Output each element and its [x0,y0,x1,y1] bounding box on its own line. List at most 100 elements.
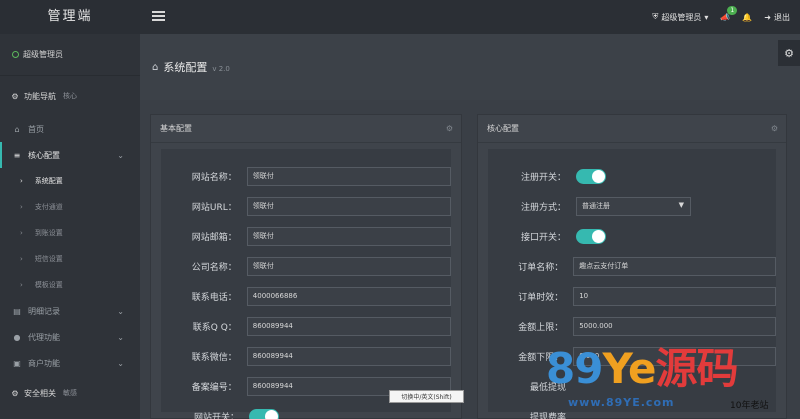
sidebar-item-label: 明细记录 [28,306,60,316]
sidebar-child-label: 系统配置 [34,177,63,185]
field-label: 公司名称： [191,262,237,273]
chevron-down-icon: ⌄ [117,358,124,368]
toggle-knob [265,409,278,419]
order-name-input[interactable]: 趣点云支付订单 [573,256,776,276]
logout-button[interactable]: ➜ 退出 [764,12,790,23]
chevron-down-icon: ⌄ [117,306,124,316]
field-label: 订单名称： [518,262,564,273]
watermark-part-b: Ye [602,344,656,393]
form-row: 网站URL： 领联付 [161,191,451,221]
panel-header: 基本配置 ⚙ [151,115,461,143]
sidebar-item-agent[interactable]: ● 代理功能 ⌄ [0,324,140,350]
field-label: 注册开关： [520,172,566,183]
caret-down-icon: ▾ [704,12,709,22]
sidebar-child-label: 短信设置 [34,255,63,263]
gear-icon[interactable]: ⚙ [446,124,453,133]
nav-section-title: 安全相关 [24,388,56,398]
form-row: 金额上限： 5000.000 [488,311,776,341]
sidebar-item-label: 核心配置 [28,150,60,160]
menu-toggle-icon[interactable] [152,11,165,22]
caret-down-icon: ▼ [678,200,684,209]
sign-out-icon: ➜ [764,12,771,22]
sidebar-item-label: 代理功能 [28,332,60,342]
form-row: 订单名称： 趣点云支付订单 [488,251,776,281]
panel-title: 核心配置 [487,124,519,133]
notification-button[interactable]: 📣 1 [720,5,738,22]
watermark-url: www.89YE.com [568,396,675,409]
field-label: 注册方式： [520,202,566,213]
basic-config-panel: 基本配置 ⚙ 网站名称： 领联付 网站URL： 领联付 网站邮箱： 领联付 公司… [150,114,462,419]
field-label: 备案编号： [191,382,237,393]
amount-max-input[interactable]: 5000.000 [573,316,776,336]
sidebar-child-arrival-settings[interactable]: › 到账设置 [0,220,140,246]
form-row: 联系Q Q： 860089944 [161,311,451,341]
nav-section-title: 功能导航 [24,91,56,101]
field-label: 网站邮箱： [191,232,237,243]
sidebar-item-merchant[interactable]: ▣ 商户功能 ⌄ [0,350,140,376]
gear-icon[interactable]: ⚙ [771,124,778,133]
notification-badge: 1 [727,5,738,15]
watermark-logo: 89Ye源码 www.89YE.com 10年老站 [538,343,800,419]
bell-icon: 🔔 [742,12,753,22]
sidebar-item-home[interactable]: ⌂ 首页 [0,116,140,142]
sidebar-child-payment-channel[interactable]: › 支付通道 [0,194,140,220]
chevron-right-icon: › [20,177,23,185]
list-icon: ▤ [13,306,21,316]
sidebar-child-sms-settings[interactable]: › 短信设置 [0,246,140,272]
port-switch-toggle[interactable] [576,228,606,244]
page-version: v 2.0 [212,64,230,73]
chevron-right-icon: › [20,281,23,289]
watermark-text: 89Ye源码 [546,343,739,395]
select-value: 普通注册 [582,202,610,210]
logout-label: 退出 [774,12,790,22]
ime-tooltip: 切换中/英文(Shift) [389,390,464,403]
theme-settings-button[interactable]: ⚙ [778,40,800,66]
watermark-part-a: 89 [546,344,603,393]
qq-input[interactable]: 860089944 [246,316,451,336]
toggle-knob [592,229,605,243]
user-block: 超级管理员 [0,34,140,76]
field-label: 金额上限： [518,322,564,333]
panel-header: 核心配置 ⚙ [478,115,786,143]
sidebar-item-records[interactable]: ▤ 明细记录 ⌄ [0,298,140,324]
chevron-down-icon: ⌄ [117,332,124,342]
user-label: 超级管理员 [23,50,63,59]
field-label: 网站URL： [191,202,237,213]
sidebar-child-label: 到账设置 [34,229,63,237]
sidebar-item-label: 首页 [28,124,44,134]
panel-body: 网站名称： 领联付 网站URL： 领联付 网站邮箱： 领联付 公司名称： 领联付… [161,149,451,419]
nav-section-sub: 敏感 [63,389,77,397]
site-switch-toggle[interactable] [249,408,279,419]
register-switch-toggle[interactable] [576,168,606,184]
site-name-input[interactable]: 领联付 [246,166,451,186]
chevron-right-icon: › [20,255,23,263]
order-timeout-input[interactable]: 10 [573,286,776,306]
user-icon: ● [13,332,21,342]
site-email-input[interactable]: 领联付 [246,226,451,246]
company-name-input[interactable]: 领联付 [246,256,451,276]
gear-icon: ⚙ [11,91,19,101]
home-icon: ⌂ [152,61,159,73]
store-icon: ▣ [13,358,21,368]
sidebar-child-system-config[interactable]: › 系统配置 [0,168,140,194]
nav-section-header: ⚙ 功能导航 核心 [0,76,140,116]
form-row: 接口开关： [488,221,776,251]
form-row: 网站名称： 领联付 [161,161,451,191]
chevron-right-icon: › [20,203,23,211]
bell-button[interactable]: 🔔 [742,13,752,22]
gear-icon: ⚙ [11,388,19,398]
form-row: 注册开关： [488,161,776,191]
wechat-input[interactable]: 860089944 [246,346,451,366]
field-label: 联系Q Q： [192,322,237,333]
form-row: 订单时效： 10 [488,281,776,311]
sidebar-item-core-config[interactable]: ≡ 核心配置 ⌄ [0,142,140,168]
field-label: 联系微信： [191,352,237,363]
admin-menu[interactable]: ⛨ 超级管理员 ▾ [652,12,708,23]
register-mode-select[interactable]: 普通注册 ▼ [576,196,691,216]
sidebar-child-label: 支付通道 [34,203,63,211]
site-url-input[interactable]: 领联付 [246,196,451,216]
sidebar-child-template-settings[interactable]: › 模板设置 [0,272,140,298]
sidebar-item-label: 商户功能 [28,358,60,368]
nav-section-security: ⚙ 安全相关 敏感 [0,376,140,410]
phone-input[interactable]: 4000066886 [246,286,451,306]
